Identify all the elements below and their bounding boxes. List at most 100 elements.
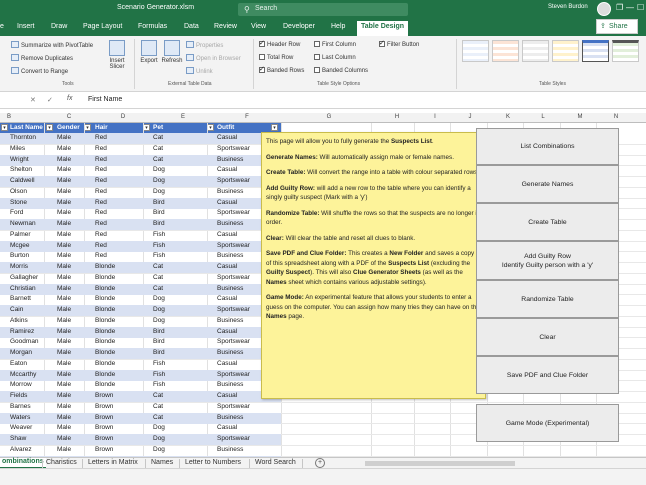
header-hair[interactable]: Hair (95, 124, 108, 131)
table-cell[interactable]: Cat (153, 392, 163, 399)
sheet-tab-letters-in-matrix[interactable]: Letters in Matrix (88, 459, 138, 466)
table-cell[interactable]: Red (95, 166, 107, 173)
table-cell[interactable]: Brown (95, 414, 113, 421)
convert-to-range-button[interactable]: Convert to Range (11, 67, 68, 75)
first-column-checkbox[interactable]: First Column (314, 41, 356, 48)
tab-file[interactable]: e (0, 23, 4, 30)
tab-data[interactable]: Data (184, 23, 199, 30)
table-style-swatch[interactable] (612, 40, 639, 62)
table-row[interactable]: Miles Male Red Cat Sportswear (0, 144, 281, 155)
header-outfit[interactable]: Outfit (217, 124, 234, 131)
share-button[interactable]: ⇪ Share (596, 19, 638, 34)
table-cell[interactable]: Male (57, 263, 71, 270)
filter-dropdown-icon[interactable]: ▾ (1, 124, 8, 131)
table-cell[interactable]: Morrow (10, 381, 32, 388)
table-row[interactable]: Ford Male Red Bird Sportswear (0, 208, 281, 219)
table-cell[interactable]: Newman (10, 220, 36, 227)
banded-rows-checkbox[interactable]: Banded Rows (259, 65, 304, 74)
scrollbar-thumb[interactable] (365, 461, 515, 466)
minimize-icon[interactable]: — (626, 3, 634, 12)
filter-button-checkbox[interactable]: Filter Button (379, 39, 419, 48)
table-cell[interactable]: Casual (217, 231, 237, 238)
table-row[interactable]: Thornton Male Red Cat Casual (0, 133, 281, 144)
table-row[interactable]: Atkins Male Blonde Dog Business (0, 316, 281, 327)
column-header-m[interactable]: M (570, 114, 590, 120)
table-cell[interactable]: Sportswear (217, 209, 250, 216)
horizontal-scrollbar[interactable] (345, 461, 635, 466)
table-cell[interactable]: Red (95, 145, 107, 152)
table-cell[interactable]: Atkins (10, 317, 28, 324)
unlink-button[interactable]: Unlink (186, 67, 213, 75)
table-cell[interactable]: Caldwell (10, 177, 35, 184)
column-header-i[interactable]: I (425, 114, 445, 120)
table-cell[interactable]: Bird (153, 328, 165, 335)
search-box[interactable]: ⚲ Search (238, 3, 408, 16)
list-combinations-button[interactable]: List Combinations (476, 128, 619, 165)
table-cell[interactable]: Barnes (10, 403, 31, 410)
table-row[interactable]: Morris Male Blonde Cat Casual (0, 262, 281, 273)
table-cell[interactable]: Cat (153, 285, 163, 292)
table-cell[interactable]: Red (95, 209, 107, 216)
tab-view[interactable]: View (251, 23, 266, 30)
table-cell[interactable]: Male (57, 403, 71, 410)
table-cell[interactable]: Male (57, 285, 71, 292)
summarize-pivot-button[interactable]: Summarize with PivotTable (11, 41, 93, 49)
table-cell[interactable]: Male (57, 349, 71, 356)
table-row[interactable]: Burton Male Red Fish Business (0, 251, 281, 262)
table-cell[interactable]: Business (217, 414, 243, 421)
table-cell[interactable]: Dog (153, 295, 165, 302)
table-row[interactable]: Palmer Male Red Fish Casual (0, 230, 281, 241)
table-cell[interactable]: Mccarthy (10, 371, 36, 378)
formula-input[interactable]: First Name (88, 96, 122, 103)
table-style-swatch[interactable] (462, 40, 489, 62)
table-cell[interactable]: Cat (153, 274, 163, 281)
table-cell[interactable]: Sportswear (217, 371, 250, 378)
table-cell[interactable]: Red (95, 242, 107, 249)
table-cell[interactable]: Sportswear (217, 274, 250, 281)
table-cell[interactable]: Sportswear (217, 435, 250, 442)
filter-dropdown-icon[interactable]: ▾ (84, 124, 91, 131)
column-header-h[interactable]: H (387, 114, 407, 120)
table-cell[interactable]: Dog (153, 435, 165, 442)
table-cell[interactable]: Dog (153, 177, 165, 184)
table-cell[interactable]: Casual (217, 328, 237, 335)
table-cell[interactable]: Morgan (10, 349, 32, 356)
filter-dropdown-icon[interactable]: ▾ (143, 124, 150, 131)
tab-table-design[interactable]: Table Design (357, 21, 409, 36)
table-cell[interactable]: Sportswear (217, 242, 250, 249)
table-cell[interactable]: Red (95, 199, 107, 206)
table-cell[interactable]: Red (95, 156, 107, 163)
refresh-button[interactable]: Refresh (161, 40, 183, 64)
table-cell[interactable]: Casual (217, 199, 237, 206)
table-cell[interactable]: Blonde (95, 360, 115, 367)
export-button[interactable]: Export (138, 40, 160, 64)
table-cell[interactable]: Burton (10, 252, 29, 259)
table-cell[interactable]: Business (217, 349, 243, 356)
table-cell[interactable]: Fish (153, 231, 165, 238)
table-cell[interactable]: Male (57, 209, 71, 216)
table-cell[interactable]: Bird (153, 199, 165, 206)
maximize-icon[interactable]: ☐ (637, 3, 644, 12)
generate-names-button[interactable]: Generate Names (476, 165, 619, 203)
table-style-swatch-selected[interactable] (582, 40, 609, 62)
table-row[interactable]: Olson Male Red Dog Business (0, 187, 281, 198)
insert-slicer-button[interactable]: Insert Slicer (106, 40, 128, 70)
table-cell[interactable]: Male (57, 188, 71, 195)
table-cell[interactable]: Cat (153, 403, 163, 410)
column-header-g[interactable]: G (314, 114, 344, 120)
sheet-tab-letter-to-numbers[interactable]: Letter to Numbers (185, 459, 241, 466)
table-cell[interactable]: Cat (153, 414, 163, 421)
randomize-table-button[interactable]: Randomize Table (476, 280, 619, 318)
table-row[interactable]: Gallagher Male Blonde Cat Sportswear (0, 273, 281, 284)
table-cell[interactable]: Male (57, 306, 71, 313)
table-cell[interactable]: Thornton (10, 134, 36, 141)
table-cell[interactable]: Business (217, 317, 243, 324)
table-cell[interactable]: Cat (153, 145, 163, 152)
game-mode-button[interactable]: Game Mode (Experimental) (476, 404, 619, 442)
column-header-n[interactable]: N (606, 114, 626, 120)
banded-columns-checkbox[interactable]: Banded Columns (314, 67, 368, 74)
table-cell[interactable]: Fish (153, 371, 165, 378)
user-name[interactable]: Steven Burdon (548, 4, 588, 10)
table-row[interactable]: Newman Male Red Bird Business (0, 219, 281, 230)
column-header-f[interactable]: F (232, 114, 262, 120)
